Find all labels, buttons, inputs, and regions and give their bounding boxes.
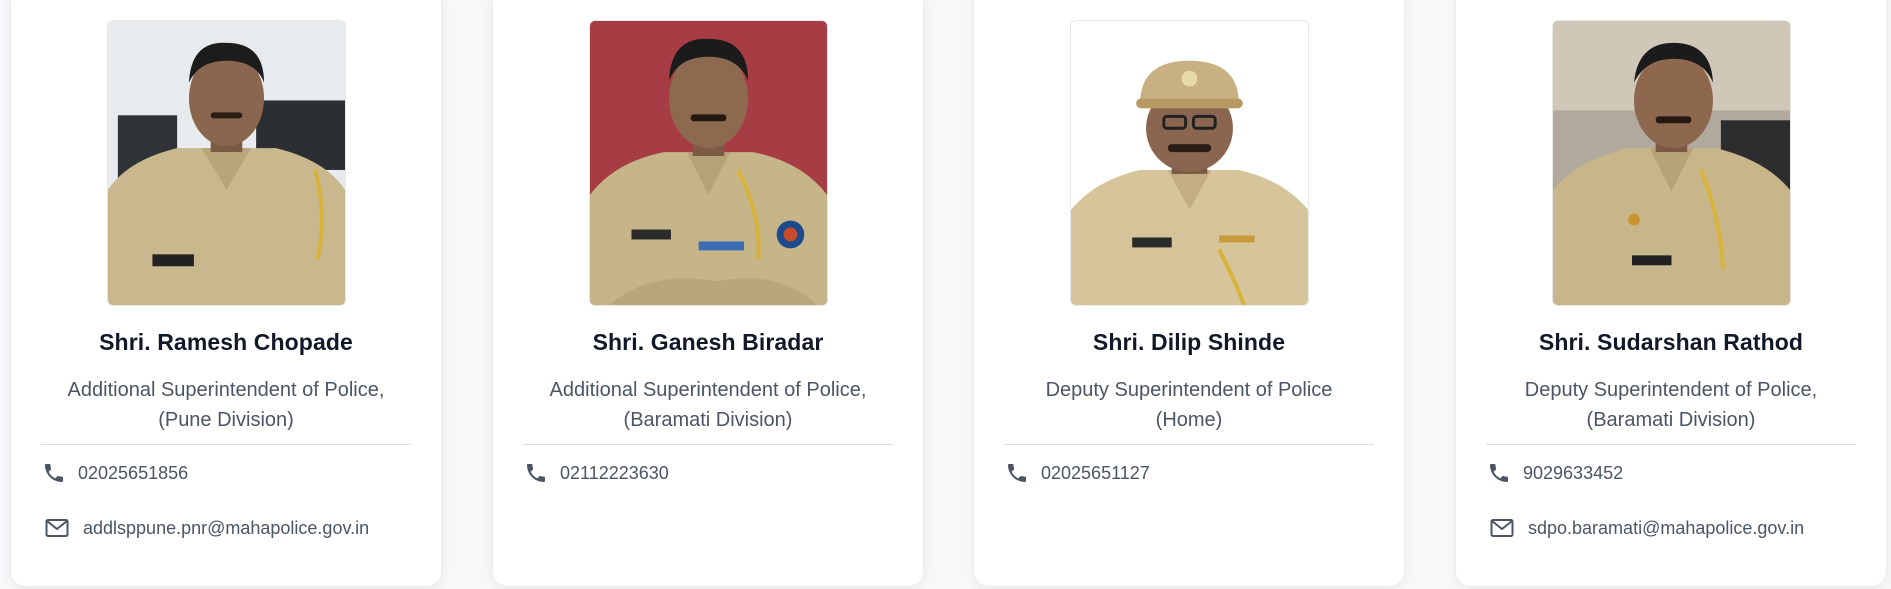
officer-card: Shri. Ramesh Chopade Additional Superint… [11,0,441,586]
divider [1004,444,1374,445]
officer-designation: Additional Superintendent of Police, (Pu… [31,375,421,435]
designation-line: Additional Superintendent of Police, [549,379,867,401]
divider [41,444,411,445]
designation-line: Additional Superintendent of Police, [67,379,385,401]
email-address[interactable]: sdpo.baramati@mahapolice.gov.in [1528,518,1804,539]
officer-name: Shri. Sudarshan Rathod [1538,329,1804,355]
designation-division: (Baramati Division) [1586,409,1756,431]
officers-grid: Shri. Ramesh Chopade Additional Superint… [0,0,1891,589]
designation-division: (Pune Division) [158,409,294,431]
officer-card: Shri. Sudarshan Rathod Deputy Superinten… [1456,0,1886,586]
email-address[interactable]: addlsppune.pnr@mahapolice.gov.in [83,518,369,539]
mail-icon [1489,515,1515,541]
designation-division: (Home) [1155,409,1223,431]
officer-photo [107,20,346,306]
phone-contact[interactable]: 9029633452 [1486,460,1623,486]
officer-designation: Additional Superintendent of Police, (Ba… [513,375,903,435]
divider [523,444,893,445]
designation-line: Deputy Superintendent of Police, [1524,379,1818,401]
divider [1486,444,1856,445]
officer-photo [589,20,828,306]
phone-icon [41,460,67,486]
officer-name: Shri. Dilip Shinde [1092,329,1286,355]
phone-contact[interactable]: 02025651127 [1004,460,1150,486]
officer-card: Shri. Dilip Shinde Deputy Superintendent… [974,0,1404,586]
officer-card: Shri. Ganesh Biradar Additional Superint… [493,0,923,586]
officer-designation: Deputy Superintendent of Police (Home) [994,375,1384,435]
phone-number[interactable]: 02025651856 [78,463,188,484]
phone-icon [523,460,549,486]
designation-division: (Baramati Division) [623,409,793,431]
designation-line: Deputy Superintendent of Police [1045,379,1333,401]
officer-photo [1070,20,1309,306]
officer-photo [1552,20,1791,306]
phone-number[interactable]: 02025651127 [1041,463,1150,484]
email-contact[interactable]: addlsppune.pnr@mahapolice.gov.in [41,515,369,541]
officer-designation: Deputy Superintendent of Police, (Barama… [1476,375,1866,435]
phone-icon [1486,460,1512,486]
mail-icon [44,515,70,541]
phone-contact[interactable]: 02025651856 [41,460,188,486]
phone-number[interactable]: 9029633452 [1523,463,1623,484]
phone-icon [1004,460,1030,486]
email-contact[interactable]: sdpo.baramati@mahapolice.gov.in [1486,515,1804,541]
officer-name: Shri. Ramesh Chopade [99,329,353,355]
phone-number[interactable]: 02112223630 [560,463,669,484]
phone-contact[interactable]: 02112223630 [523,460,669,486]
officer-name: Shri. Ganesh Biradar [592,329,824,355]
